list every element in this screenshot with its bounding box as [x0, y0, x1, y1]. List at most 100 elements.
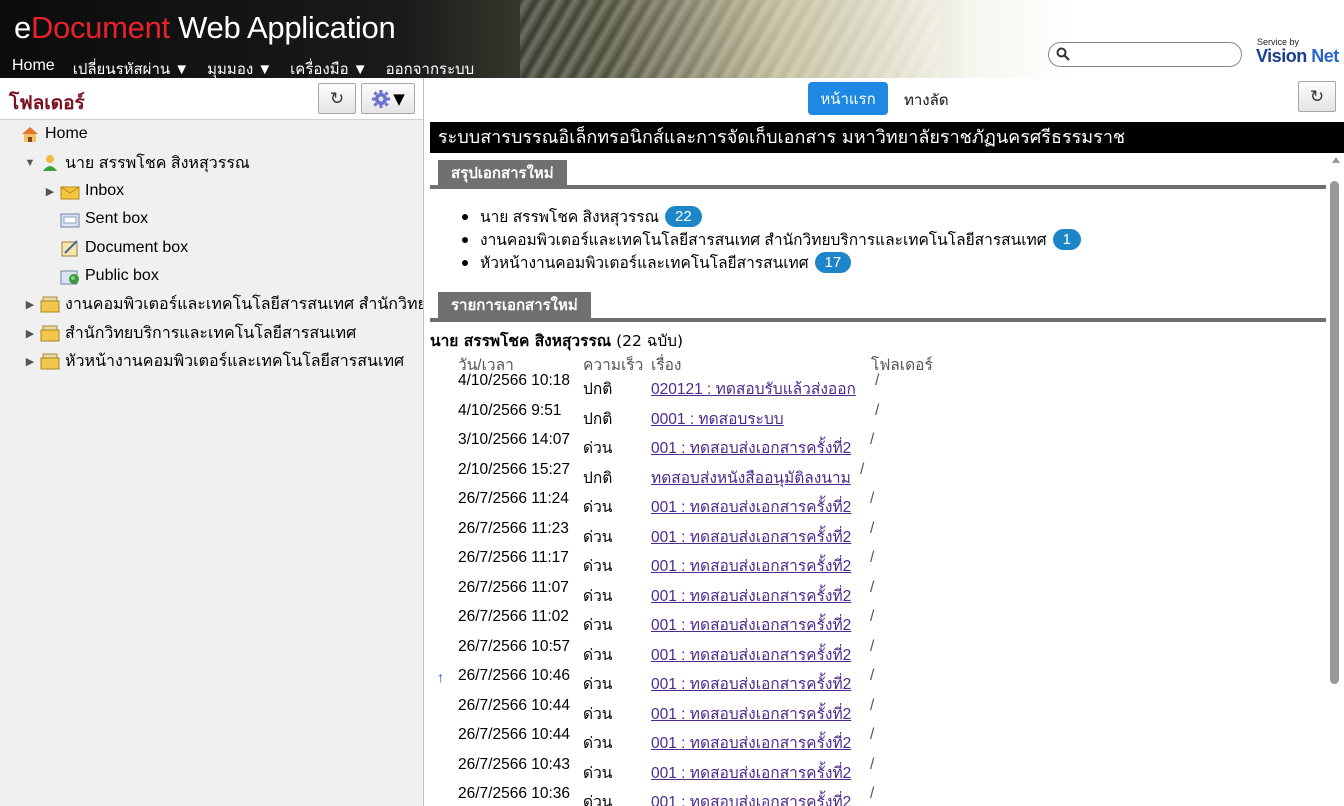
row-folder: /: [870, 578, 875, 596]
row-subject-link[interactable]: 001 : ทดสอบส่งเอกสารครั้งที่2: [651, 435, 851, 460]
table-row[interactable]: 2/10/2566 15:27 ปกติ ทดสอบส่งหนังสืออนุมัต…: [430, 461, 1030, 490]
tree-item-home[interactable]: Home: [20, 122, 88, 146]
nav-tools[interactable]: เครื่องมือ ▼: [290, 57, 367, 78]
collapse-arrow-icon[interactable]: ▼: [24, 157, 36, 169]
row-speed: ปกติ: [583, 410, 613, 428]
table-row[interactable]: 26/7/2566 10:43 ด่วน 001 : ทดสอบส่งเอกสารค…: [430, 756, 1030, 785]
tree-item-user[interactable]: ▼ นาย สรรพโชค สิงหสุวรรณ: [24, 151, 250, 175]
tree-item-document-box[interactable]: Document box: [60, 236, 188, 260]
row-speed: ด่วน: [583, 587, 613, 605]
search-box[interactable]: [1048, 42, 1242, 67]
table-row[interactable]: 26/7/2566 11:02 ด่วน 001 : ทดสอบส่งเอกสารค…: [430, 608, 1030, 637]
search-icon: [1056, 47, 1070, 61]
tree-item-dept-3[interactable]: ▶ หัวหน้างานคอมพิวเตอร์และเทคโนโลยีสารสน…: [24, 349, 404, 373]
nav-view[interactable]: มุมมอง ▼: [207, 57, 272, 78]
tree-item-label: Inbox: [85, 182, 125, 199]
scroll-up-arrow[interactable]: [1332, 157, 1340, 163]
table-row[interactable]: 26/7/2566 10:57 ด่วน 001 : ทดสอบส่งเอกสารค…: [430, 638, 1030, 667]
row-folder: /: [860, 460, 865, 478]
row-subject-link[interactable]: 001 : ทดสอบส่งเอกสารครั้งที่2: [651, 612, 851, 637]
folder-panel-title: โฟลเดอร์: [9, 92, 85, 114]
bullet: [462, 236, 468, 243]
search-input[interactable]: [1075, 46, 1235, 64]
table-row[interactable]: 4/10/2566 10:18 ปกติ 020121 : ทดสอบรับแล้ว…: [430, 372, 1030, 401]
tree-item-sent-box[interactable]: Sent box: [60, 207, 148, 231]
inbox-icon: [60, 186, 80, 200]
logo-vision: Vision: [1256, 46, 1307, 66]
tree-item-dept-2[interactable]: ▶ สำนักวิทยบริการและเทคโนโลยีสารสนเทศ: [24, 321, 356, 345]
tab-home[interactable]: หน้าแรก: [808, 82, 888, 115]
tree-item-public-box[interactable]: Public box: [60, 264, 159, 288]
tree-item-inbox[interactable]: ▶ Inbox: [44, 179, 124, 203]
tab-shortcut[interactable]: ทางลัด: [904, 88, 949, 112]
row-subject-link[interactable]: 020121 : ทดสอบรับแล้วส่งออก: [651, 376, 856, 401]
chevron-down-icon: ▼: [393, 89, 405, 108]
row-folder: /: [870, 431, 875, 448]
nav-logout[interactable]: ออกจากระบบ: [386, 57, 475, 78]
table-row[interactable]: 26/7/2566 11:17 ด่วน 001 : ทดสอบส่งเอกสารค…: [430, 549, 1030, 578]
table-row[interactable]: 26/7/2566 10:44 ด่วน 001 : ทดสอบส่งเอกสารค…: [430, 726, 1030, 755]
main-content: สรุปเอกสารใหม่ นาย สรรพโชค สิงหสุวรรณ 22 …: [430, 153, 1328, 806]
vertical-scrollbar[interactable]: [1328, 153, 1344, 806]
nav-change-password[interactable]: เปลี่ยนรหัสผ่าน ▼: [73, 57, 189, 78]
user-icon: [43, 155, 57, 171]
row-date: 2/10/2566 15:27: [458, 460, 571, 478]
main-refresh-button[interactable]: ↻: [1298, 81, 1336, 112]
row-speed: ปกติ: [583, 469, 613, 487]
row-subject-link[interactable]: 001 : ทดสอบส่งเอกสารครั้งที่2: [651, 583, 851, 608]
row-subject-link[interactable]: ทดสอบส่งหนังสืออนุมัติลงนาม: [651, 465, 851, 490]
scroll-thumb[interactable]: [1330, 181, 1339, 684]
expand-arrow-icon[interactable]: ▶: [24, 298, 36, 311]
folder-settings-button[interactable]: ▼: [361, 83, 415, 114]
system-banner: ระบบสารบรรณอิเล็กทรอนิกส์และการจัดเก็บเอ…: [430, 122, 1344, 153]
expand-arrow-icon[interactable]: ▶: [24, 355, 36, 368]
table-row[interactable]: ↑ 26/7/2566 10:46 ด่วน 001 : ทดสอบส่งเอกสาร…: [430, 667, 1030, 696]
refresh-icon: ↻: [1309, 86, 1325, 107]
row-subject-link[interactable]: 001 : ทดสอบส่งเอกสารครั้งที่2: [651, 671, 851, 696]
section-divider: [430, 185, 1326, 189]
summary-item[interactable]: นาย สรรพโชค สิงหสุวรรณ 22: [462, 205, 1081, 228]
row-date: 26/7/2566 11:07: [458, 578, 569, 596]
row-subject-link[interactable]: 0001 : ทดสอบระบบ: [651, 406, 784, 431]
summary-item[interactable]: หัวหน้างานคอมพิวเตอร์และเทคโนโลยีสารสนเท…: [462, 251, 1081, 274]
summary-item-label: งานคอมพิวเตอร์และเทคโนโลยีสารสนเทศ สำนัก…: [480, 232, 1047, 249]
tree-item-label: นาย สรรพโชค สิงหสุวรรณ: [65, 154, 250, 172]
row-subject-link[interactable]: 001 : ทดสอบส่งเอกสารครั้งที่2: [651, 730, 851, 755]
row-date: 26/7/2566 11:17: [458, 549, 569, 566]
table-row[interactable]: 26/7/2566 10:44 ด่วน 001 : ทดสอบส่งเอกสารค…: [430, 697, 1030, 726]
row-subject-link[interactable]: 001 : ทดสอบส่งเอกสารครั้งที่2: [651, 701, 851, 726]
row-folder: /: [870, 696, 875, 714]
table-row[interactable]: 3/10/2566 14:07 ด่วน 001 : ทดสอบส่งเอกสารค…: [430, 431, 1030, 460]
document-owner: นาย สรรพโชค สิงหสุวรรณ (22 ฉบับ): [430, 328, 683, 353]
table-row[interactable]: 26/7/2566 10:36 ด่วน 001 : ทดสอบส่งเอกสารค…: [430, 785, 1030, 806]
row-subject-link[interactable]: 001 : ทดสอบส่งเอกสารครั้งที่2: [651, 789, 851, 806]
row-date: 26/7/2566 10:46: [458, 667, 571, 684]
table-row[interactable]: 26/7/2566 11:07 ด่วน 001 : ทดสอบส่งเอกสารค…: [430, 579, 1030, 608]
gear-icon: [372, 89, 391, 108]
row-subject-link[interactable]: 001 : ทดสอบส่งเอกสารครั้งที่2: [651, 524, 851, 549]
table-row[interactable]: 4/10/2566 9:51 ปกติ 0001 : ทดสอบระบบ /: [430, 402, 1030, 431]
folder-refresh-button[interactable]: ↻: [318, 83, 356, 114]
expand-arrow-icon[interactable]: ▶: [44, 185, 56, 198]
row-subject-link[interactable]: 001 : ทดสอบส่งเอกสารครั้งที่2: [651, 760, 851, 785]
row-speed: ด่วน: [583, 646, 613, 664]
summary-item[interactable]: งานคอมพิวเตอร์และเทคโนโลยีสารสนเทศ สำนัก…: [462, 228, 1081, 251]
table-row[interactable]: 26/7/2566 11:23 ด่วน 001 : ทดสอบส่งเอกสารค…: [430, 520, 1030, 549]
row-subject-link[interactable]: 001 : ทดสอบส่งเอกสารครั้งที่2: [651, 553, 851, 578]
folder-panel-header: โฟลเดอร์ ↻ ▼: [0, 78, 423, 120]
row-date: 3/10/2566 14:07: [458, 431, 571, 448]
section-divider: [430, 318, 1326, 322]
row-subject-link[interactable]: 001 : ทดสอบส่งเอกสารครั้งที่2: [651, 494, 851, 519]
table-row[interactable]: 26/7/2566 11:24 ด่วน 001 : ทดสอบส่งเอกสารค…: [430, 490, 1030, 519]
tree-item-label: หัวหน้างานคอมพิวเตอร์และเทคโนโลยีสารสนเท…: [65, 352, 405, 370]
tree-item-dept-1[interactable]: ▶ งานคอมพิวเตอร์และเทคโนโลยีสารสนเทศ สำน…: [24, 292, 423, 316]
tree-item-label: Public box: [85, 267, 159, 284]
expand-arrow-icon[interactable]: ▶: [24, 327, 36, 340]
document-box-icon: [61, 240, 78, 257]
row-subject-link[interactable]: 001 : ทดสอบส่งเอกสารครั้งที่2: [651, 642, 851, 667]
nav-home[interactable]: Home: [12, 57, 55, 78]
count-badge: 17: [814, 252, 852, 273]
bullet: [462, 213, 468, 220]
row-date: 4/10/2566 9:51: [458, 401, 562, 419]
summary-item-label: หัวหน้างานคอมพิวเตอร์และเทคโนโลยีสารสนเท…: [480, 255, 809, 272]
